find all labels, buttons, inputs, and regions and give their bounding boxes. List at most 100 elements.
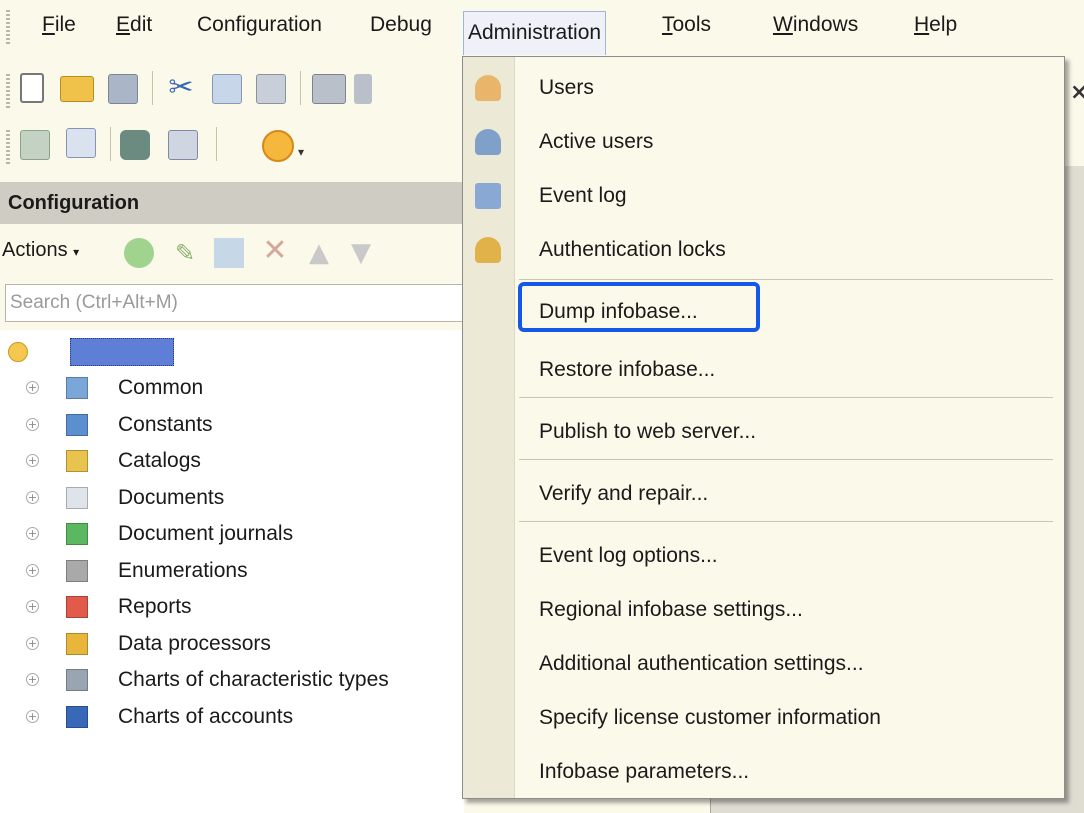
authentication-locks-icon	[475, 237, 501, 263]
chevron-down-icon[interactable]: ▾	[298, 146, 310, 158]
new-icon[interactable]	[20, 73, 44, 103]
document-journals-icon	[66, 523, 88, 545]
expand-icon[interactable]: +	[26, 636, 39, 650]
menu-configuration[interactable]: Configuration	[197, 5, 322, 45]
menu-bar: File Edit Configuration Debug Administra…	[0, 0, 1084, 56]
tree-item[interactable]: + Common	[0, 370, 464, 406]
tree-item-label: Documents	[118, 485, 225, 509]
charts-of-accounts-icon	[66, 705, 88, 728]
menu-separator	[519, 521, 1053, 522]
open-configuration-icon[interactable]	[20, 130, 50, 160]
menu-separator	[519, 279, 1053, 280]
tree-item[interactable]: + Charts of accounts	[0, 699, 464, 735]
print-icon[interactable]	[312, 74, 346, 104]
root-icon	[8, 342, 28, 362]
menu-item-infobase-parameters[interactable]: Infobase parameters...	[539, 747, 749, 797]
toolbar-separator	[152, 71, 153, 105]
search-input[interactable]: Search (Ctrl+Alt+M)	[5, 284, 464, 322]
open-icon[interactable]	[60, 76, 94, 102]
menu-file[interactable]: File	[42, 5, 76, 45]
copy-item-icon[interactable]	[214, 238, 244, 268]
enumerations-icon	[66, 559, 88, 582]
tree-item-label: Constants	[118, 412, 213, 436]
menu-item-authentication-locks[interactable]: Authentication locks	[539, 225, 726, 275]
tree-item-label: Data processors	[118, 631, 271, 655]
tree-item-label: Charts of accounts	[118, 704, 294, 728]
administration-menu: Users Active users Event log Authentication…	[462, 56, 1065, 799]
expand-icon[interactable]: +	[26, 527, 39, 540]
menu-help[interactable]: Help	[914, 5, 957, 45]
dump-infobase-highlight-box	[518, 282, 760, 332]
expand-icon[interactable]: +	[26, 490, 39, 504]
tree-item[interactable]: + Data processors	[0, 626, 464, 662]
copy-icon[interactable]	[212, 74, 242, 104]
user-icon	[475, 75, 501, 101]
constants-icon	[66, 413, 88, 436]
tree-root[interactable]	[0, 334, 464, 370]
configuration-tree: + Common + Constants + Catalogs + Documents + Doc…	[0, 330, 464, 813]
expand-icon[interactable]: +	[26, 417, 39, 431]
tree-item[interactable]: + Charts of characteristic types	[0, 662, 464, 698]
active-users-icon	[475, 129, 501, 155]
expand-icon[interactable]: +	[26, 563, 39, 577]
common-icon	[66, 377, 88, 399]
expand-icon[interactable]: +	[26, 673, 39, 686]
cut-icon[interactable]: ✂	[166, 73, 196, 103]
tree-item[interactable]: + Document journals	[0, 516, 464, 552]
menu-separator	[519, 459, 1053, 460]
menu-item-event-log[interactable]: Event log	[539, 171, 627, 221]
compare-configuration-icon[interactable]	[66, 128, 96, 158]
event-log-icon	[475, 183, 501, 209]
menu-separator	[519, 397, 1053, 398]
window-icon[interactable]	[168, 130, 198, 160]
menu-debug[interactable]: Debug	[370, 5, 432, 45]
configuration-panel-title: Configuration	[0, 182, 464, 224]
actions-menu-button[interactable]: Actions ▾	[2, 239, 79, 262]
menu-windows[interactable]: Windows	[773, 5, 858, 45]
add-icon[interactable]	[124, 238, 154, 268]
menu-item-publish-to-web-server[interactable]: Publish to web server...	[539, 407, 756, 457]
tree-item[interactable]: + Documents	[0, 480, 464, 516]
data-processors-icon	[66, 632, 88, 655]
menu-item-active-users[interactable]: Active users	[539, 117, 653, 167]
tree-item[interactable]: + Constants	[0, 407, 464, 443]
tree-item[interactable]: + Catalogs	[0, 443, 464, 479]
expand-icon[interactable]: +	[26, 454, 39, 467]
delete-icon[interactable]: ✕	[260, 236, 290, 266]
preview-icon[interactable]	[354, 74, 372, 104]
standard-toolbar: ✂	[0, 60, 462, 116]
menu-icon-gutter	[463, 57, 515, 798]
menu-item-event-log-options[interactable]: Event log options...	[539, 531, 718, 581]
catalogs-icon	[66, 450, 88, 472]
tree-item-label: Enumerations	[118, 558, 248, 582]
menu-item-regional-infobase-settings[interactable]: Regional infobase settings...	[539, 585, 803, 635]
menu-item-specify-license-customer-information[interactable]: Specify license customer information	[539, 693, 881, 743]
run-debug-icon[interactable]	[262, 130, 294, 162]
menubar-grip	[6, 10, 10, 46]
save-icon[interactable]	[108, 74, 138, 104]
actions-toolbar: Actions ▾ ✎ ✕ ▲ ▼	[0, 226, 464, 280]
configuration-toolbar: ▾	[0, 116, 462, 172]
menu-tools[interactable]: Tools	[662, 5, 711, 45]
edit-icon[interactable]: ✎	[170, 238, 200, 268]
tree-item-label: Common	[118, 376, 204, 399]
tree-item[interactable]: + Enumerations	[0, 553, 464, 589]
close-icon[interactable]: ×	[1070, 80, 1084, 105]
expand-icon[interactable]: +	[26, 381, 39, 394]
expand-icon[interactable]: +	[26, 600, 39, 613]
root-selected-node[interactable]	[70, 338, 174, 366]
toolbar-separator	[216, 127, 217, 161]
menu-item-additional-authentication-settings[interactable]: Additional authentication settings...	[539, 639, 864, 689]
charts-of-characteristic-types-icon	[66, 669, 88, 691]
tree-item[interactable]: + Reports	[0, 589, 464, 625]
menu-administration[interactable]: Administration	[463, 11, 607, 55]
menu-edit[interactable]: Edit	[116, 5, 152, 45]
menu-item-users[interactable]: Users	[539, 63, 594, 113]
menu-item-verify-and-repair[interactable]: Verify and repair...	[539, 469, 708, 519]
move-up-icon[interactable]: ▲	[304, 238, 334, 268]
move-down-icon[interactable]: ▼	[346, 238, 376, 268]
expand-icon[interactable]: +	[26, 709, 39, 723]
database-icon[interactable]	[120, 130, 150, 160]
menu-item-restore-infobase[interactable]: Restore infobase...	[539, 345, 715, 395]
paste-icon[interactable]	[256, 74, 286, 104]
